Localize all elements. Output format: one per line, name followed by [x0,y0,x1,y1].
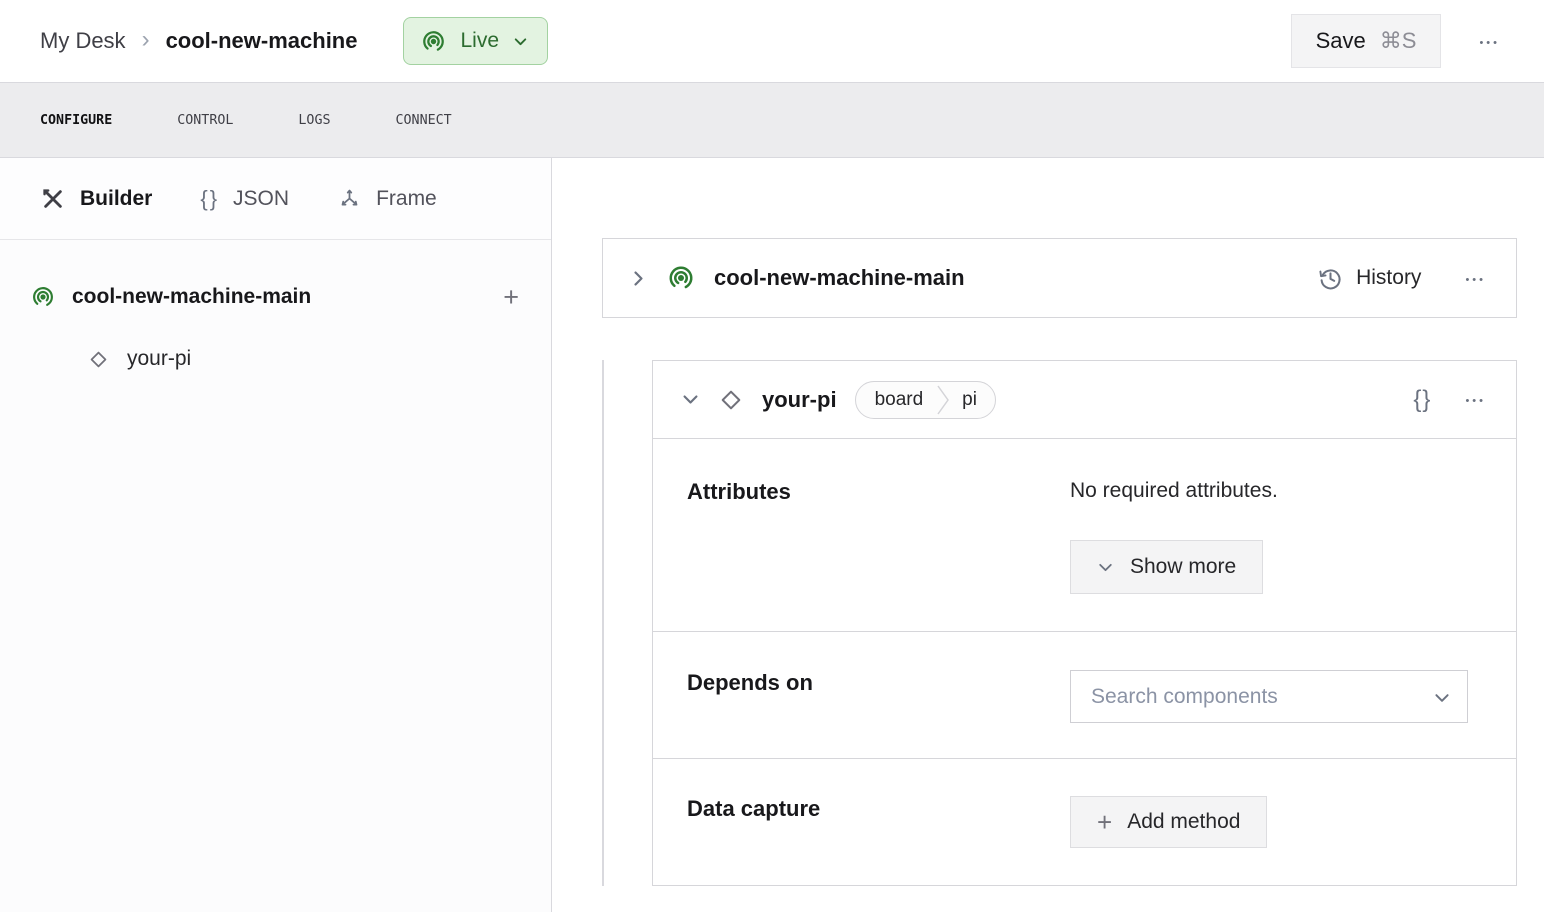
tree-item-component[interactable]: your-pi [30,336,523,382]
chevron-down-icon[interactable] [681,390,700,409]
plus-icon: + [1097,807,1113,837]
mode-frame[interactable]: Frame [337,186,437,211]
view-mode-switcher: Builder {} JSON Frame [0,158,551,240]
search-components-input[interactable] [1071,671,1467,722]
ellipsis-icon: ••• [1479,36,1500,49]
breadcrumb-current: cool-new-machine [165,28,358,53]
attributes-empty-text: No required attributes. [1070,479,1278,502]
configure-main-panel: cool-new-machine-main History ••• your-p… [552,158,1544,912]
add-component-button[interactable]: + [499,283,523,311]
badge-divider-icon [937,382,950,418]
depends-on-label: Depends on [687,670,813,695]
component-json-button[interactable]: {} [1409,382,1435,418]
tab-configure[interactable]: CONFIGURE [40,113,112,128]
component-type-badge: board pi [854,380,996,419]
ellipsis-icon: ••• [1465,273,1486,286]
component-connector-rail [602,360,604,886]
tools-icon [40,186,66,212]
component-diamond-icon [716,385,746,415]
show-more-button[interactable]: Show more [1070,540,1264,594]
tab-connect[interactable]: CONNECT [396,113,452,128]
component-card-title: your-pi [762,386,837,412]
data-capture-section: Data capture + Add method [653,758,1516,885]
add-method-label: Add method [1127,810,1241,833]
mode-json[interactable]: {} JSON [200,186,289,212]
badge-model: pi [962,388,977,410]
chevron-down-icon [512,33,529,50]
live-status-dropdown[interactable]: Live [403,17,549,65]
braces-icon: {} [1413,385,1432,413]
show-more-label: Show more [1130,555,1237,578]
chevron-down-icon [1097,559,1114,576]
chevron-right-icon[interactable] [629,269,648,288]
attributes-section: Attributes No required attributes. Show … [653,438,1516,631]
component-more-menu-button[interactable]: ••• [1461,384,1490,415]
frame-axes-icon [337,186,362,211]
broadcast-icon [420,28,447,55]
history-icon [1317,265,1344,292]
component-diamond-icon [86,347,111,372]
tree-part-label: cool-new-machine-main [72,285,312,308]
machine-tab-bar: CONFIGURE CONTROL LOGS CONNECT [0,82,1544,158]
mode-json-label: JSON [233,186,290,210]
tree-item-machine-part[interactable]: cool-new-machine-main + [30,274,523,320]
configure-sidebar: Builder {} JSON Frame cool-new-machine-m… [0,158,552,912]
tab-logs[interactable]: LOGS [298,113,330,128]
broadcast-icon [666,263,696,293]
breadcrumb-parent-link[interactable]: My Desk [40,28,126,54]
ellipsis-icon: ••• [1465,395,1486,407]
braces-icon: {} [200,185,220,211]
history-button[interactable]: History [1317,265,1421,292]
component-card: your-pi board pi {} ••• Attributes No re… [652,360,1517,886]
history-label: History [1356,266,1422,289]
badge-type: board [874,388,924,410]
tab-control[interactable]: CONTROL [177,113,233,128]
add-method-button[interactable]: + Add method [1070,796,1268,848]
data-capture-label: Data capture [687,796,821,821]
mode-frame-label: Frame [376,186,437,210]
component-card-header: your-pi board pi {} ••• [653,361,1516,438]
save-button[interactable]: Save ⌘S [1290,14,1442,68]
mode-builder-label: Builder [80,186,153,210]
part-more-menu-button[interactable]: ••• [1461,263,1490,294]
breadcrumb: My Desk › cool-new-machine [40,25,358,55]
tree-component-label: your-pi [127,347,192,370]
depends-on-select[interactable] [1070,670,1468,723]
part-card-title: cool-new-machine-main [714,265,965,290]
machine-part-card: cool-new-machine-main History ••• [602,238,1517,318]
save-label: Save [1315,28,1366,53]
top-bar: My Desk › cool-new-machine Live Save ⌘S [0,0,1544,82]
breadcrumb-separator-icon: › [141,25,150,53]
mode-builder[interactable]: Builder [40,186,152,212]
save-shortcut: ⌘S [1379,28,1417,53]
machine-tree: cool-new-machine-main + your-pi [0,240,551,382]
more-menu-button[interactable]: ••• [1475,26,1504,57]
attributes-label: Attributes [687,479,791,504]
depends-on-section: Depends on [653,631,1516,758]
live-label: Live [460,29,500,52]
chevron-down-icon [1433,689,1451,707]
broadcast-icon [30,284,56,310]
